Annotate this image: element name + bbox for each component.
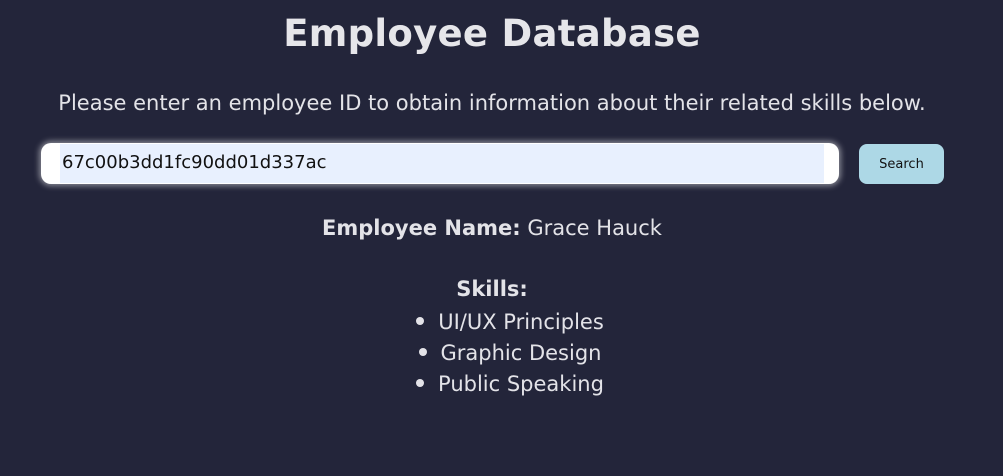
page: Employee Database Please enter an employ… <box>0 0 1003 476</box>
skills-list: UI/UX Principles Graphic Design Public S… <box>0 307 1003 400</box>
skill-item: Public Speaking <box>0 369 1003 400</box>
employee-id-value: 67c00b3dd1fc90dd01d337ac <box>62 152 327 173</box>
skill-item: UI/UX Principles <box>0 307 1003 338</box>
employee-id-input[interactable]: 67c00b3dd1fc90dd01d337ac <box>41 143 839 184</box>
employee-name-row: Employee Name: Grace Hauck <box>0 216 984 240</box>
search-button[interactable]: Search <box>859 144 944 184</box>
skills-heading: Skills: <box>456 277 528 301</box>
skill-label: UI/UX Principles <box>438 310 604 334</box>
page-title: Employee Database <box>283 12 701 55</box>
skill-label: Public Speaking <box>438 372 604 396</box>
instructions-text: Please enter an employee ID to obtain in… <box>58 91 926 115</box>
employee-name-label: Employee Name: <box>322 216 521 240</box>
skill-label: Graphic Design <box>440 341 602 365</box>
search-row: 67c00b3dd1fc90dd01d337ac Search <box>41 143 944 185</box>
bullet-icon <box>416 317 425 325</box>
bullet-icon <box>416 379 425 387</box>
bullet-icon <box>418 348 427 356</box>
employee-name-value: Grace Hauck <box>527 216 662 240</box>
skill-item: Graphic Design <box>0 338 1003 369</box>
